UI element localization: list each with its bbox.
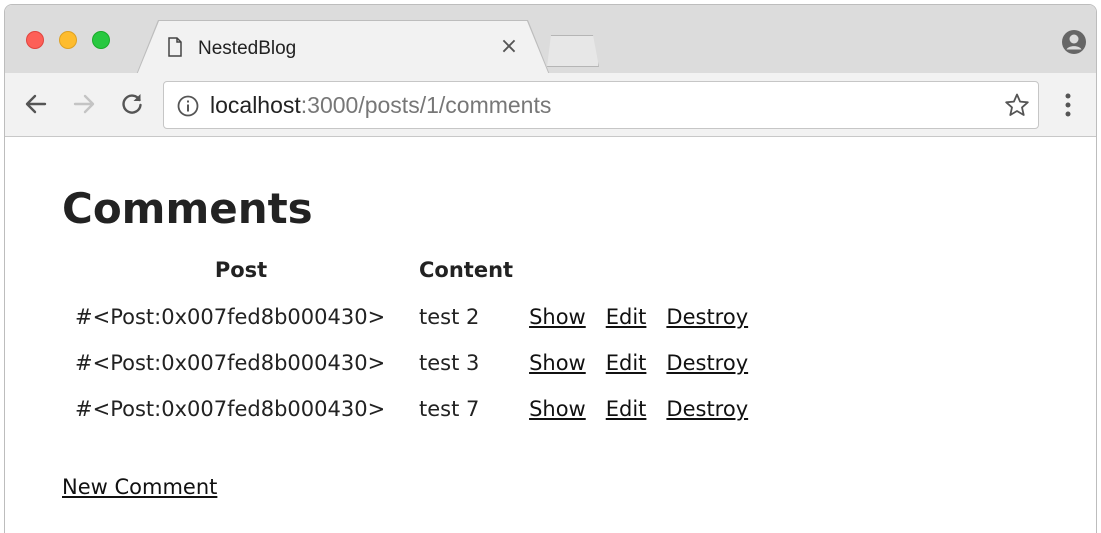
browser-window: NestedBlog × localhost:3000/posts/1/comm: [4, 4, 1097, 533]
show-link[interactable]: Show: [529, 305, 586, 329]
edit-link[interactable]: Edit: [606, 305, 647, 329]
table-row: #<Post:0x007fed8b000430> test 2 Show Edi…: [69, 294, 758, 340]
post-cell: #<Post:0x007fed8b000430>: [75, 305, 386, 329]
destroy-link[interactable]: Destroy: [666, 397, 748, 421]
table-row: #<Post:0x007fed8b000430> test 7 Show Edi…: [69, 386, 758, 432]
destroy-link[interactable]: Destroy: [666, 305, 748, 329]
url-path: :3000/posts/1/comments: [300, 92, 552, 118]
address-bar[interactable]: localhost:3000/posts/1/comments: [163, 81, 1039, 129]
minimize-window-button[interactable]: [59, 31, 77, 49]
post-cell: #<Post:0x007fed8b000430>: [75, 397, 386, 421]
zoom-window-button[interactable]: [92, 31, 110, 49]
new-comment-link[interactable]: New Comment: [62, 475, 217, 499]
new-tab-button[interactable]: [541, 35, 599, 67]
tab-strip: NestedBlog ×: [5, 5, 1096, 73]
info-icon[interactable]: [176, 94, 200, 118]
destroy-link[interactable]: Destroy: [666, 351, 748, 375]
document-icon: [168, 37, 182, 57]
page-content: Comments Post Content #<Post:0x007fed8b0…: [5, 138, 1096, 533]
show-link[interactable]: Show: [529, 351, 586, 375]
back-arrow-icon[interactable]: [23, 91, 49, 117]
show-link[interactable]: Show: [529, 397, 586, 421]
table-header-row: Post Content: [69, 258, 758, 294]
url-text[interactable]: localhost:3000/posts/1/comments: [210, 92, 551, 119]
column-header-post: Post: [214, 258, 268, 282]
tab-close-icon[interactable]: ×: [499, 36, 519, 58]
close-window-button[interactable]: [26, 31, 44, 49]
forward-arrow-icon[interactable]: [71, 91, 97, 117]
account-icon[interactable]: [1061, 29, 1087, 55]
edit-link[interactable]: Edit: [606, 351, 647, 375]
content-cell: test 2: [419, 305, 480, 329]
column-header-content: Content: [419, 258, 514, 282]
kebab-menu-icon[interactable]: [1063, 91, 1073, 119]
url-host: localhost: [210, 92, 301, 118]
reload-icon[interactable]: [119, 91, 145, 117]
table-row: #<Post:0x007fed8b000430> test 3 Show Edi…: [69, 340, 758, 386]
edit-link[interactable]: Edit: [606, 397, 647, 421]
post-cell: #<Post:0x007fed8b000430>: [75, 351, 386, 375]
star-icon[interactable]: [1004, 92, 1030, 118]
page-title: Comments: [62, 184, 313, 233]
content-cell: test 7: [419, 397, 480, 421]
browser-toolbar: localhost:3000/posts/1/comments: [5, 73, 1096, 137]
tab-title: NestedBlog: [198, 38, 297, 59]
content-cell: test 3: [419, 351, 480, 375]
comments-table: Post Content #<Post:0x007fed8b000430> te…: [69, 258, 758, 432]
